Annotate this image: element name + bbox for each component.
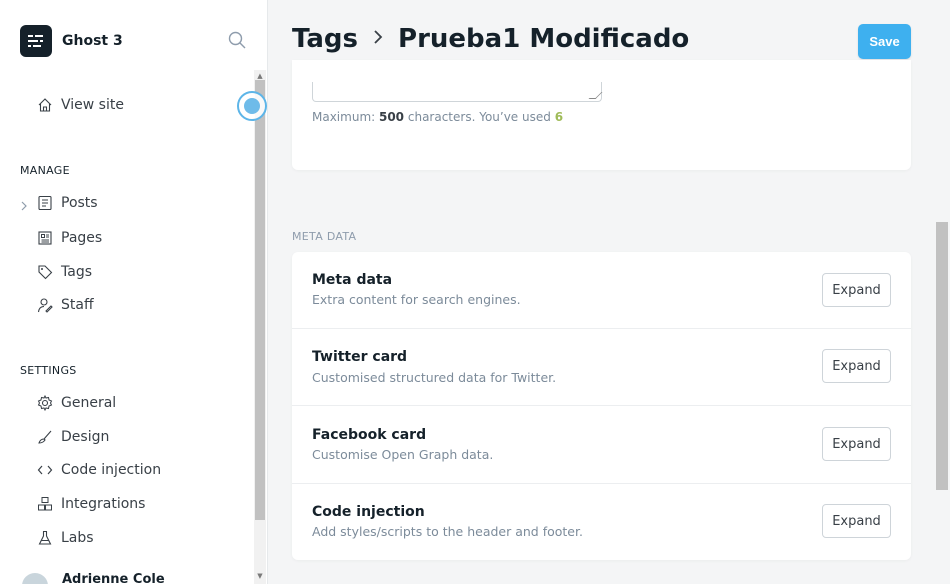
meta-data-heading: META DATA	[292, 230, 357, 243]
tag-icon	[36, 263, 54, 281]
cursor-indicator	[237, 91, 267, 121]
gear-icon	[36, 394, 54, 412]
sidebar-item-label: Staff	[61, 297, 94, 313]
ghost-logo-icon	[20, 25, 52, 57]
meta-data-card: Meta data Extra content for search engin…	[292, 252, 911, 560]
sidebar-item-integrations[interactable]: Integrations	[36, 495, 145, 513]
sidebar-item-code-injection[interactable]: Code injection	[36, 461, 161, 479]
sidebar-item-label: Tags	[61, 264, 92, 280]
sidebar-item-general[interactable]: General	[36, 394, 116, 412]
meta-row-twitter-card: Twitter card Customised structured data …	[292, 329, 911, 406]
sidebar-item-label: Labs	[61, 530, 94, 546]
sidebar-item-staff[interactable]: Staff	[36, 296, 94, 314]
sidebar-item-tags[interactable]: Tags	[36, 263, 92, 281]
meta-row-code-injection: Code injection Add styles/scripts to the…	[292, 484, 911, 561]
expand-button[interactable]: Expand	[822, 349, 891, 383]
sidebar-scrollbar-thumb[interactable]	[255, 80, 265, 520]
staff-icon	[36, 296, 54, 314]
user-name: Adrienne Cole	[62, 572, 165, 584]
row-description: Extra content for search engines.	[312, 292, 521, 307]
home-icon	[36, 96, 54, 114]
code-icon	[36, 461, 54, 479]
brush-icon	[36, 428, 54, 446]
counter-used: 6	[554, 110, 564, 124]
main-content: Tags Prueba1 Modificado Save Maximum: 50…	[268, 0, 950, 584]
sidebar-item-label: Pages	[61, 230, 103, 246]
avatar	[20, 571, 50, 584]
settings-heading: SETTINGS	[20, 364, 77, 377]
sidebar-item-posts[interactable]: Posts	[36, 194, 98, 212]
expand-button[interactable]: Expand	[822, 427, 891, 461]
brand[interactable]: Ghost 3	[20, 25, 123, 57]
row-title: Twitter card	[312, 349, 408, 365]
character-counter: Maximum: 500 characters. You’ve used 6	[312, 110, 563, 124]
sidebar-item-labs[interactable]: Labs	[36, 529, 94, 547]
breadcrumb: Tags Prueba1 Modificado	[292, 24, 689, 54]
view-site-link[interactable]: View site	[36, 96, 124, 114]
search-icon[interactable]	[227, 30, 247, 50]
sidebar-item-label: General	[61, 395, 117, 411]
pages-icon	[36, 229, 54, 247]
row-title: Meta data	[312, 272, 393, 288]
sidebar-item-label: Code injection	[61, 462, 162, 478]
sidebar-item-label: Integrations	[61, 496, 146, 512]
counter-prefix: Maximum:	[312, 110, 379, 124]
site-title: Ghost 3	[62, 33, 123, 49]
expand-button[interactable]: Expand	[822, 504, 891, 538]
row-title: Facebook card	[312, 427, 427, 443]
resize-handle-icon[interactable]	[588, 92, 603, 99]
meta-row-facebook-card: Facebook card Customise Open Graph data.…	[292, 407, 911, 484]
expand-button[interactable]: Expand	[822, 273, 891, 307]
manage-heading: MANAGE	[20, 164, 70, 177]
counter-mid: characters. You’ve used	[404, 110, 555, 124]
main-scrollbar-thumb[interactable]	[936, 222, 948, 490]
meta-row-meta-data: Meta data Extra content for search engin…	[292, 252, 911, 329]
row-description: Customise Open Graph data.	[312, 447, 494, 462]
row-title: Code injection	[312, 504, 425, 520]
sidebar-item-design[interactable]: Design	[36, 428, 109, 446]
sidebar-item-label: Posts	[61, 195, 98, 211]
description-card: Maximum: 500 characters. You’ve used 6	[292, 60, 911, 170]
view-site-label: View site	[61, 97, 124, 113]
counter-max: 500	[378, 110, 405, 124]
save-button[interactable]: Save	[858, 24, 911, 59]
row-description: Add styles/scripts to the header and foo…	[312, 524, 583, 539]
chevron-right-icon[interactable]	[19, 197, 29, 211]
user-menu[interactable]: Adrienne Cole	[20, 571, 165, 584]
sidebar-item-label: Design	[61, 429, 110, 445]
row-description: Customised structured data for Twitter.	[312, 370, 557, 385]
page-title: Prueba1 Modificado	[398, 24, 690, 54]
scroll-down-arrow-icon[interactable]: ▼	[255, 571, 265, 581]
description-textarea[interactable]	[312, 82, 603, 102]
flask-icon	[36, 529, 54, 547]
sidebar: Ghost 3 View site MANAGE Posts Pages Tag…	[0, 0, 268, 584]
integrations-icon	[36, 495, 54, 513]
chevron-right-icon	[372, 27, 384, 52]
sidebar-item-pages[interactable]: Pages	[36, 229, 102, 247]
posts-icon	[36, 194, 54, 212]
breadcrumb-tags-link[interactable]: Tags	[292, 24, 358, 54]
